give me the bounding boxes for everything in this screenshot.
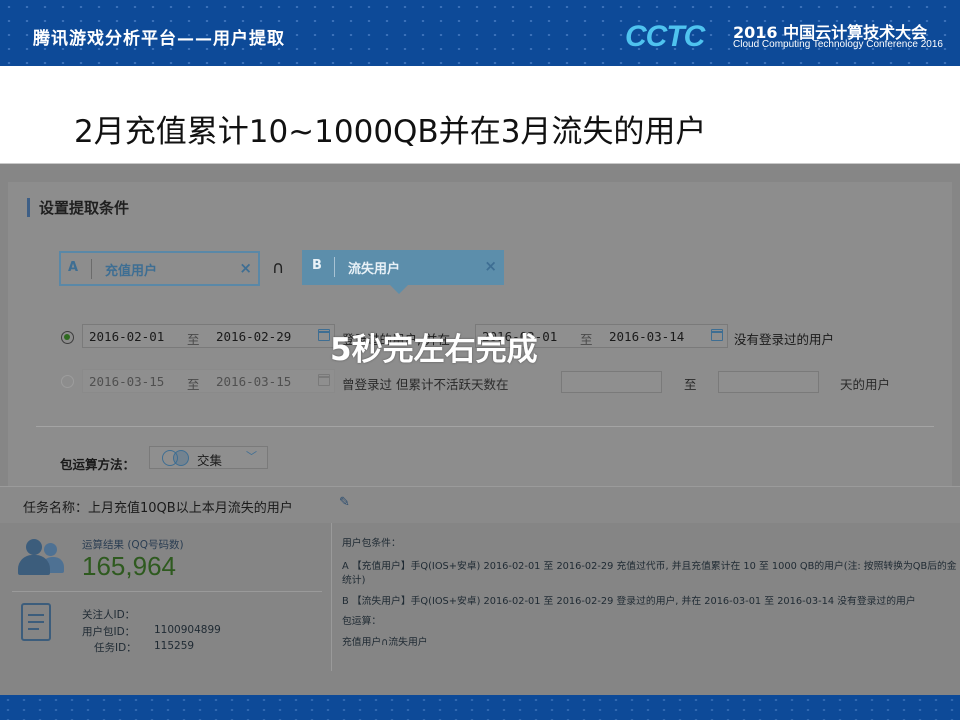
option1-date-range-1[interactable]: 2016-02-01 至 2016-02-29	[82, 324, 335, 348]
option2-text1: 曾登录过 但累计不活跃天数在	[342, 377, 509, 392]
chevron-down-icon: ﹀	[246, 450, 257, 463]
users-icon	[16, 537, 66, 581]
condition-a-line2: 统计)	[342, 575, 366, 586]
condition-b: B 【流失用户】手Q(IOS+安卓) 2016-02-01 至 2016-02-…	[342, 596, 916, 607]
platform-screenshot: 设置提取条件 A 充值用户 × ∩ B 流失用户 × 2016-02-01 至 …	[0, 163, 960, 696]
tag-b-key: B	[312, 258, 322, 273]
task-header: 任务名称：上月充值10QB以上本月流失的用户 ✎	[0, 486, 960, 524]
task-body: 运算结果 (QQ号码数) 165,964 关注人ID： 用户包ID： 11009…	[0, 523, 960, 696]
document-icon	[21, 603, 51, 641]
task-id-value: 115259	[154, 640, 195, 652]
overlay-caption: 5秒完左右完成	[330, 332, 538, 368]
date-to: 2016-02-29	[216, 329, 292, 344]
calendar-icon[interactable]	[318, 329, 330, 341]
option2-radio[interactable]	[61, 375, 74, 388]
cctc-logo: CCTC	[625, 20, 705, 53]
date-to-word: 至	[187, 332, 200, 347]
divider	[36, 426, 934, 427]
option1-text2: 没有登录过的用户	[734, 332, 835, 347]
section-accent-bar	[27, 198, 30, 217]
option1-radio[interactable]	[61, 331, 74, 344]
tag-b-pointer	[390, 285, 408, 294]
date-to: 2016-03-14	[609, 329, 685, 344]
follower-label: 关注人ID：	[82, 609, 136, 621]
close-icon[interactable]: ×	[239, 259, 252, 277]
slide-title: 2月充值累计10~1000QB并在3月流失的用户	[74, 114, 707, 150]
date-from: 2016-03-15	[89, 374, 165, 389]
max-days-input[interactable]	[718, 371, 819, 393]
intersection-symbol: ∩	[272, 258, 285, 278]
option2-text2: 天的用户	[840, 377, 891, 392]
tag-a-recharge-users[interactable]: A 充值用户 ×	[59, 251, 260, 286]
conditions-label: 用户包条件：	[342, 538, 401, 549]
operation-value: 充值用户∩流失用户	[342, 637, 428, 648]
tag-b-label: 流失用户	[348, 262, 401, 277]
condition-a-line1: A 【充值用户】手Q(IOS+安卓) 2016-02-01 至 2016-02-…	[342, 561, 957, 572]
result-label: 运算结果 (QQ号码数)	[82, 539, 184, 551]
edit-pencil-icon[interactable]: ✎	[339, 495, 350, 510]
task-id-label: 任务ID：	[94, 642, 137, 654]
close-icon[interactable]: ×	[484, 257, 497, 275]
min-days-input[interactable]	[561, 371, 662, 393]
conditions-header: 设置提取条件	[39, 199, 130, 217]
tag-a-separator	[91, 259, 92, 279]
tag-a-key: A	[68, 260, 79, 275]
method-value: 交集	[197, 453, 223, 468]
summary-divider	[12, 591, 322, 592]
method-select[interactable]: 交集 ﹀	[149, 446, 268, 469]
venn-intersection-icon	[162, 450, 192, 466]
pack-id-label: 用户包ID：	[82, 626, 136, 638]
conference-subtitle: Cloud Computing Technology Conference 20…	[733, 39, 943, 50]
banner-title: 腾讯游戏分析平台——用户提取	[33, 29, 285, 49]
bottom-banner	[0, 695, 960, 720]
tag-b-separator	[334, 257, 335, 277]
operation-label: 包运算：	[342, 616, 382, 627]
date-to-word: 至	[580, 332, 593, 347]
option2-date-range[interactable]: 2016-03-15 至 2016-03-15	[82, 369, 335, 393]
tag-a-label: 充值用户	[105, 264, 158, 279]
pack-id-value: 1100904899	[154, 624, 221, 636]
option2-range-word: 至	[684, 377, 697, 392]
bottom-pattern	[0, 695, 960, 720]
date-from: 2016-02-01	[89, 329, 165, 344]
calendar-icon[interactable]	[318, 374, 330, 386]
top-banner: 腾讯游戏分析平台——用户提取 CCTC 2016 中国云计算技术大会 Cloud…	[0, 0, 960, 66]
task-name: 任务名称：上月充值10QB以上本月流失的用户	[23, 501, 293, 516]
method-label: 包运算方法：	[60, 457, 136, 472]
date-to: 2016-03-15	[216, 374, 292, 389]
calendar-icon[interactable]	[711, 329, 723, 341]
result-value: 165,964	[82, 551, 176, 581]
task-summary: 运算结果 (QQ号码数) 165,964 关注人ID： 用户包ID： 11009…	[0, 523, 332, 671]
date-to-word: 至	[187, 377, 200, 392]
tag-b-churn-users[interactable]: B 流失用户 ×	[302, 250, 504, 294]
